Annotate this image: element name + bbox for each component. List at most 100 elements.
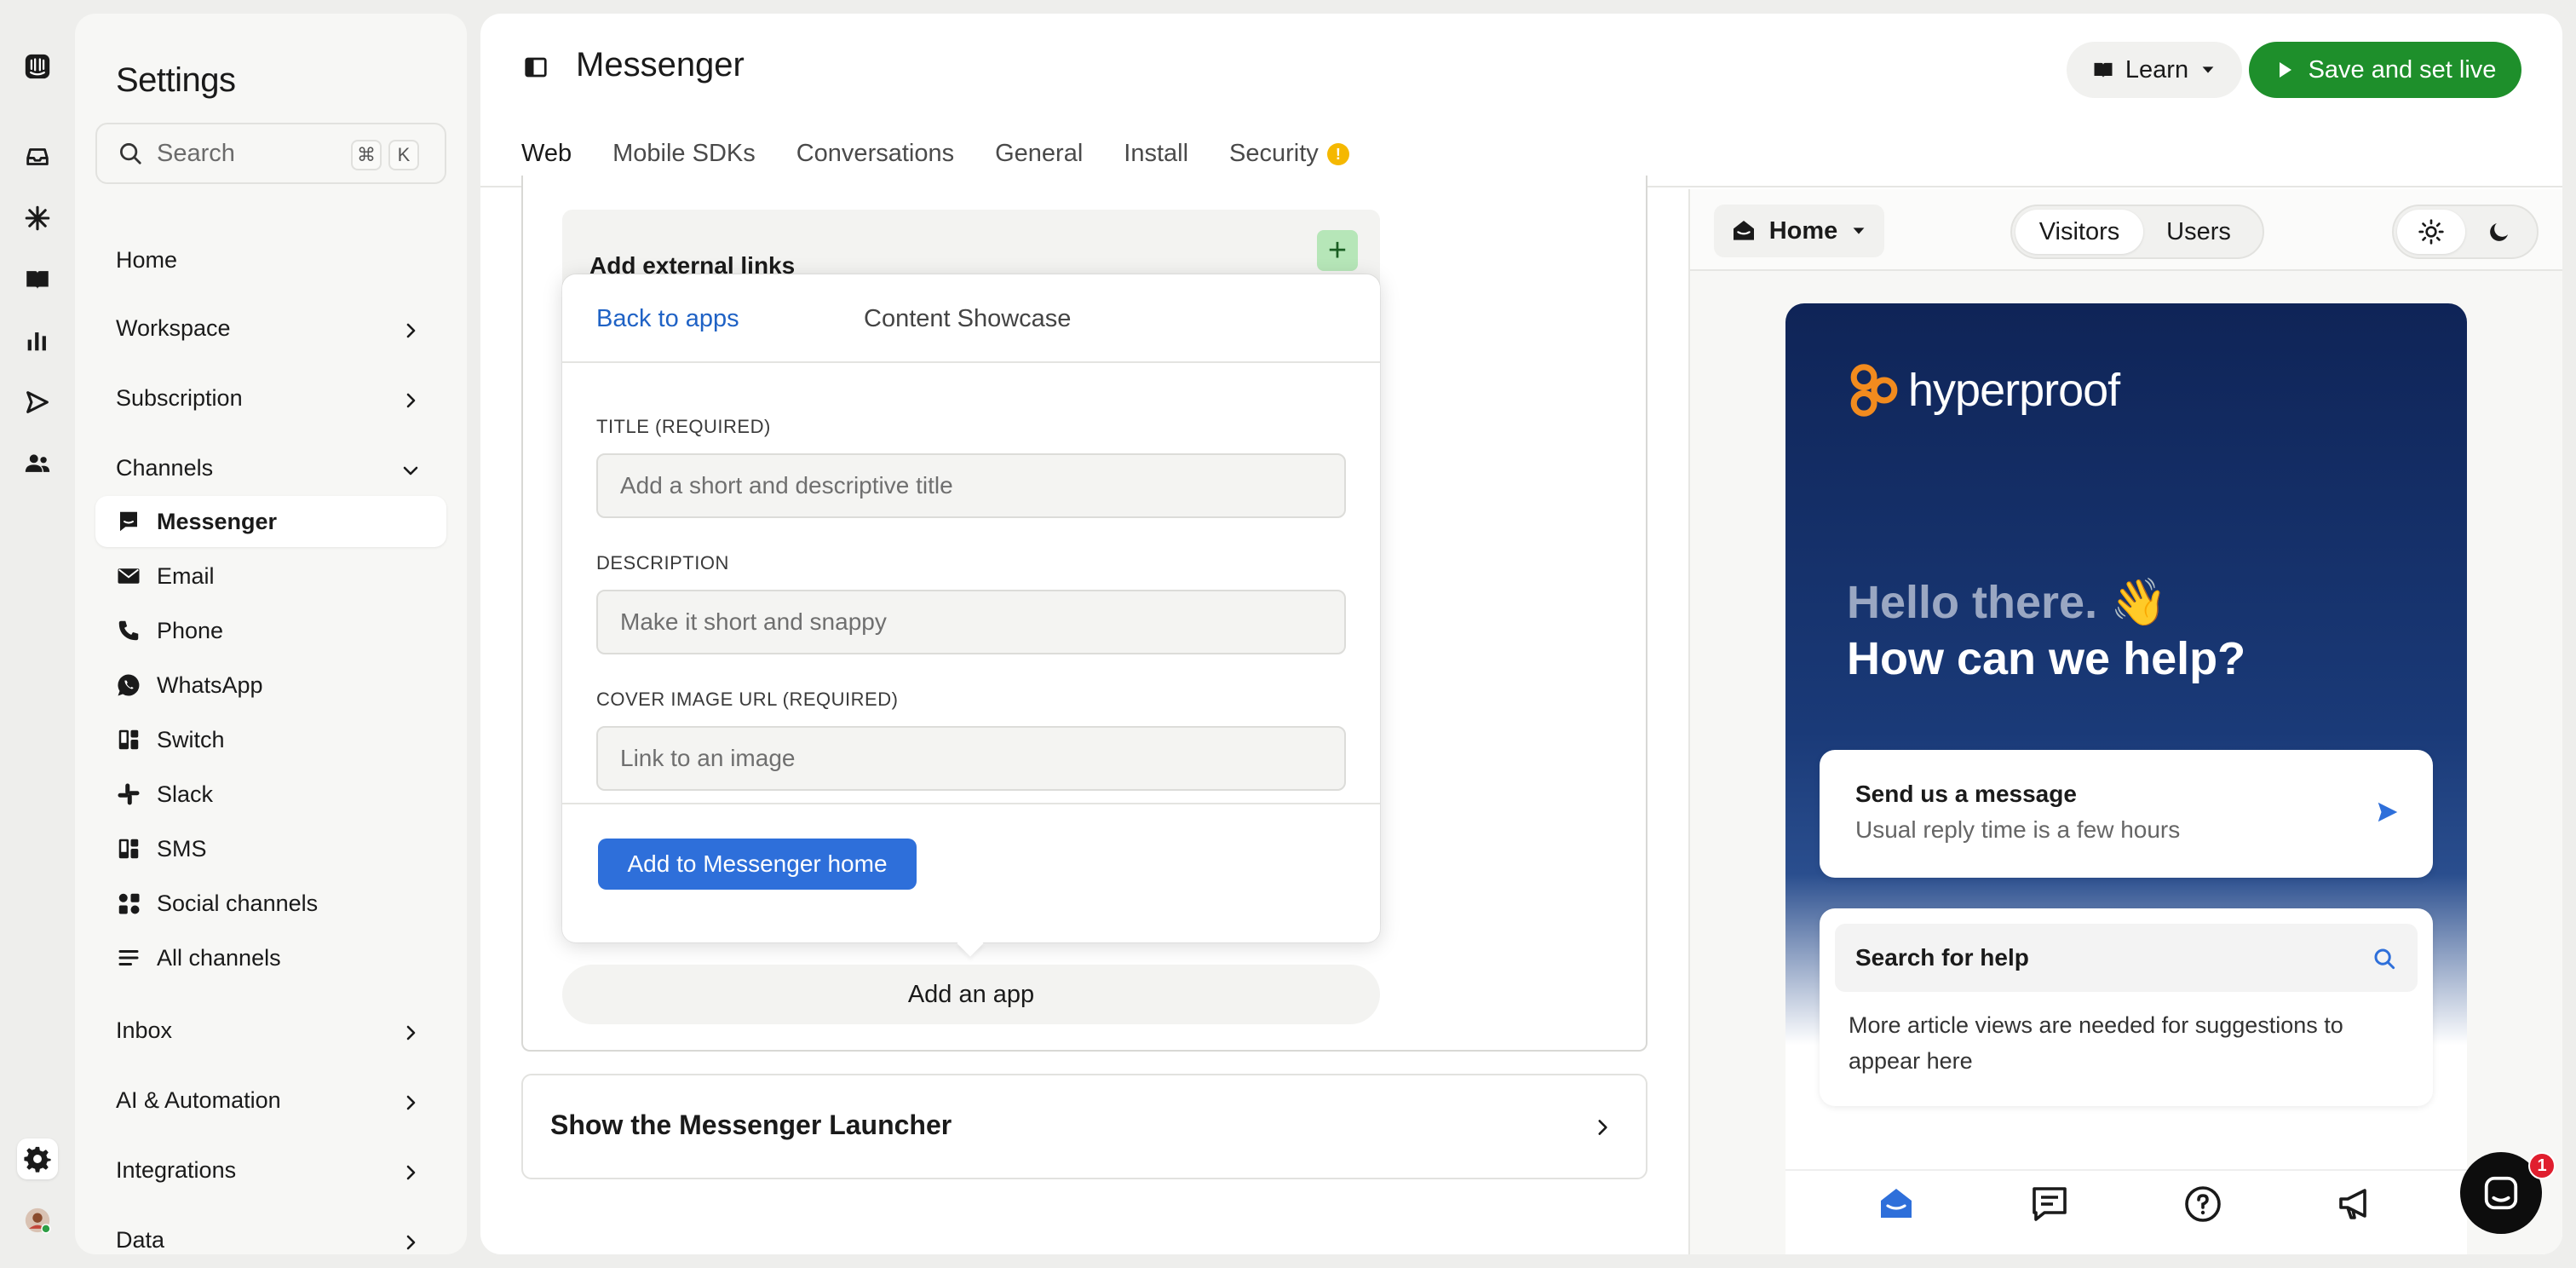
- sidebar-item-home[interactable]: Home: [116, 247, 177, 274]
- messenger-launcher-section[interactable]: Show the Messenger Launcher: [521, 1074, 1647, 1179]
- chevron-right-icon: [406, 393, 416, 408]
- sidebar-item-label: All channels: [157, 944, 281, 971]
- whatsapp-icon: [118, 674, 140, 696]
- sidebar-item-data[interactable]: Data: [116, 1227, 164, 1254]
- sidebar-item-workspace[interactable]: Workspace: [116, 315, 231, 342]
- preview-page-label: Home: [1768, 216, 1838, 245]
- light-mode-button[interactable]: [2397, 210, 2465, 254]
- sidebar-item-label: Switch: [157, 726, 225, 752]
- sidebar-item-sms[interactable]: SMS: [95, 823, 446, 874]
- send-message-card[interactable]: Send us a message Usual reply time is a …: [1820, 750, 2433, 878]
- inbox-icon[interactable]: [17, 136, 58, 177]
- shortcut-k-key: K: [388, 140, 419, 170]
- sidebar-item-social-channels[interactable]: Social channels: [95, 878, 446, 929]
- home-icon: [1733, 221, 1754, 240]
- launcher-section-title: Show the Messenger Launcher: [550, 1110, 952, 1140]
- list-icon: [118, 950, 139, 965]
- moon-icon: [2490, 223, 2508, 241]
- messenger-bottom-nav: [1785, 1169, 2467, 1254]
- save-and-set-live-button[interactable]: Save and set live: [2249, 42, 2521, 98]
- sidebar-item-label: SMS: [157, 835, 207, 862]
- learn-button[interactable]: Learn: [2067, 42, 2242, 98]
- help-nav-icon[interactable]: [2182, 1184, 2223, 1225]
- home-nav-icon[interactable]: [1876, 1184, 1917, 1225]
- contacts-icon[interactable]: [17, 443, 58, 484]
- send-icon: [2378, 802, 2398, 822]
- settings-search-input[interactable]: Search ⌘ K: [95, 123, 446, 184]
- search-help-title: Search for help: [1855, 944, 2029, 971]
- greeting: Hello there. 👋: [1847, 577, 2168, 628]
- outbound-icon[interactable]: [17, 382, 58, 423]
- reports-icon[interactable]: [17, 320, 58, 361]
- title-label: TITLE (REQUIRED): [596, 416, 771, 437]
- suggestions-note: More article views are needed for sugges…: [1849, 1012, 2343, 1074]
- search-help-input[interactable]: Search for help: [1835, 924, 2418, 992]
- knowledge-icon[interactable]: [17, 259, 58, 300]
- content-showcase-popover: Back to apps Content Showcase TITLE (REQ…: [562, 274, 1380, 957]
- sidebar-item-messenger[interactable]: Messenger: [95, 496, 446, 547]
- settings-icon[interactable]: [17, 1138, 58, 1179]
- brand-word: hyperproof: [1908, 365, 2120, 416]
- sidebar-item-switch[interactable]: Switch: [95, 714, 446, 765]
- shortcut-cmd-key: ⌘: [351, 140, 382, 170]
- sidebar-item-inbox[interactable]: Inbox: [116, 1017, 172, 1044]
- users-option[interactable]: Users: [2143, 210, 2254, 254]
- send-message-title: Send us a message: [1855, 781, 2077, 807]
- sidebar-item-slack[interactable]: Slack: [95, 769, 446, 820]
- headline: How can we help?: [1847, 633, 2246, 684]
- caret-down-icon: [2202, 66, 2214, 73]
- sidebar-toggle-icon[interactable]: [523, 55, 549, 80]
- popover-header: Back to apps Content Showcase: [562, 274, 1380, 363]
- switch-icon: [118, 729, 139, 750]
- add-to-messenger-home-button[interactable]: Add to Messenger home: [598, 839, 917, 890]
- chevron-right-icon: [406, 1235, 416, 1250]
- add-an-app-button[interactable]: Add an app: [562, 965, 1380, 1024]
- sidebar-item-email[interactable]: Email: [95, 550, 446, 602]
- intercom-logo-icon[interactable]: [17, 46, 58, 87]
- sidebar-item-all-channels[interactable]: All channels: [95, 932, 446, 983]
- search-icon: [2374, 948, 2395, 970]
- hyperproof-logo-icon: [1850, 364, 1898, 417]
- sidebar-item-label: Messenger: [157, 508, 278, 534]
- cover-image-label: COVER IMAGE URL (REQUIRED): [596, 689, 899, 710]
- chevron-right-icon: [1598, 1120, 1607, 1135]
- main-panel: Messenger Learn Save and set live Web Mo…: [480, 14, 2562, 1254]
- reply-time-text: Usual reply time is a few hours: [1855, 816, 2181, 843]
- back-to-apps-link[interactable]: Back to apps: [596, 305, 739, 333]
- description-input[interactable]: Make it short and snappy: [596, 590, 1346, 654]
- sidebar-item-channels[interactable]: Channels: [116, 455, 213, 481]
- chevron-down-icon: [403, 466, 418, 476]
- sidebar-item-label: WhatsApp: [157, 671, 263, 698]
- cover-image-input[interactable]: Link to an image: [596, 726, 1346, 791]
- avatar[interactable]: [17, 1200, 58, 1241]
- slack-icon: [118, 783, 140, 805]
- brand-logo: hyperproof: [1845, 361, 2120, 419]
- title-input[interactable]: Add a short and descriptive title: [596, 453, 1346, 518]
- sidebar-title: Settings: [116, 61, 236, 99]
- page-header: Messenger Learn Save and set live Web Mo…: [480, 14, 2562, 189]
- chevron-right-icon: [406, 1025, 416, 1040]
- add-external-link-button[interactable]: +: [1317, 230, 1358, 271]
- messages-nav-icon[interactable]: [2029, 1184, 2070, 1225]
- sidebar-item-subscription[interactable]: Subscription: [116, 385, 243, 412]
- sidebar-item-phone[interactable]: Phone: [95, 605, 446, 656]
- description-label: DESCRIPTION: [596, 552, 729, 573]
- learn-label: Learn: [2125, 55, 2189, 84]
- dark-mode-button[interactable]: [2465, 210, 2533, 254]
- page-title: Messenger: [576, 46, 745, 84]
- sidebar-item-label: Slack: [157, 781, 214, 807]
- chevron-right-icon: [406, 1095, 416, 1110]
- book-icon: [2094, 62, 2113, 78]
- sidebar-item-whatsapp[interactable]: WhatsApp: [95, 660, 446, 711]
- sidebar-item-label: Social channels: [157, 890, 319, 916]
- chevron-right-icon: [406, 323, 416, 338]
- preview-page-select[interactable]: Home: [1714, 205, 1884, 257]
- messenger-preview: Home Visitors Users hyperproof Hello the…: [1688, 189, 2562, 1254]
- news-nav-icon[interactable]: [2336, 1184, 2377, 1225]
- sidebar-item-ai-automation[interactable]: AI & Automation: [116, 1087, 281, 1114]
- tab-label: Security: [1229, 140, 1319, 167]
- search-help-card: Search for help More article views are n…: [1820, 908, 2433, 1106]
- sidebar-item-integrations[interactable]: Integrations: [116, 1157, 236, 1184]
- visitors-option[interactable]: Visitors: [2015, 210, 2143, 254]
- fin-icon[interactable]: [17, 198, 58, 239]
